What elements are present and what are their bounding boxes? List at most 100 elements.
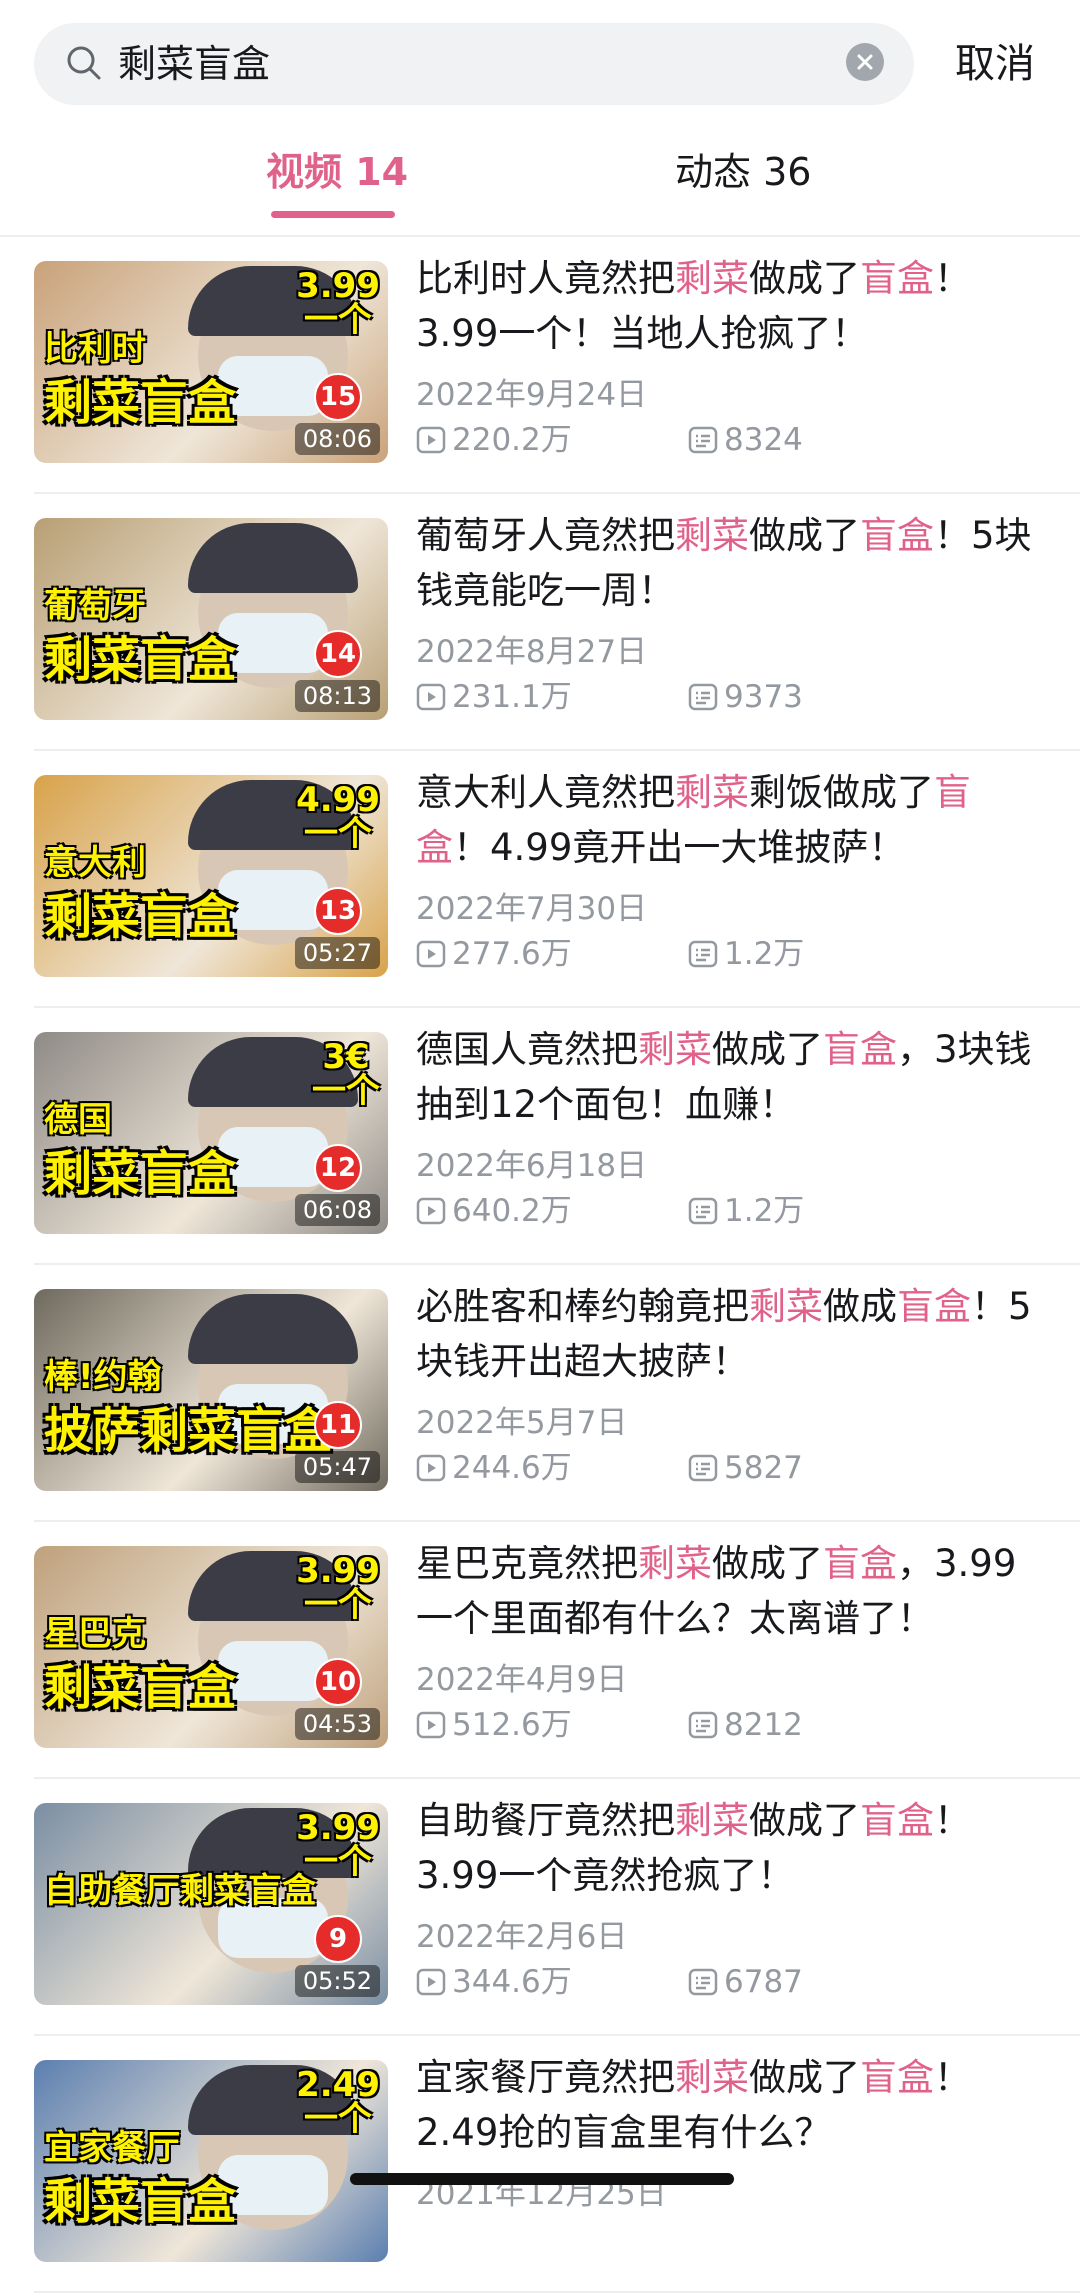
video-thumbnail[interactable]: 星巴克 剩菜盲盒 3.99 一个 10 04:53 <box>34 1546 388 1748</box>
video-thumbnail[interactable]: 宜家餐厅 剩菜盲盒 2.49 一个 <box>34 2060 388 2262</box>
video-thumbnail[interactable]: 葡萄牙 剩菜盲盒 14 08:13 <box>34 518 388 720</box>
episode-badge: 11 <box>314 1401 362 1449</box>
play-count-value: 231.1万 <box>452 679 572 715</box>
danmaku-count: 9373 <box>688 677 803 717</box>
thumbnail-caption-main: 剩菜盲盒 <box>44 375 237 431</box>
danmaku-icon <box>688 1197 718 1225</box>
danmaku-count-value: 8324 <box>724 422 803 458</box>
video-list-item[interactable]: 星巴克 剩菜盲盒 3.99 一个 10 04:53 星巴克竟然把剩菜做成了盲盒，3.99一… <box>0 1522 1080 1779</box>
video-list: 比利时 剩菜盲盒 3.99 一个 15 08:06 比利时人竟然把剩菜做成了盲盒！3.99… <box>0 237 1080 2293</box>
video-thumbnail[interactable]: 德国 剩菜盲盒 3€ 一个 12 06:08 <box>34 1032 388 1234</box>
danmaku-count: 6787 <box>688 1962 803 2002</box>
play-count-icon <box>416 1197 446 1225</box>
thumbnail-price: 3.99 一个 <box>296 1551 380 1625</box>
publish-date: 2022年2月6日 <box>416 1919 628 1955</box>
publish-date: 2022年5月7日 <box>416 1405 628 1441</box>
video-title[interactable]: 必胜客和棒约翰竟把剩菜做成盲盒！5块钱开出超大披萨！ <box>416 1279 1036 1389</box>
play-count-value: 344.6万 <box>452 1964 572 2000</box>
title-text: 意大利人竟然把 <box>416 771 675 814</box>
danmaku-icon <box>688 1711 718 1739</box>
title-highlight: 盲盒 <box>860 514 934 557</box>
video-title[interactable]: 星巴克竟然把剩菜做成了盲盒，3.99一个里面都有什么？太离谱了！ <box>416 1536 1036 1646</box>
thumbnail-caption-top: 自助餐厅剩菜盲盒 <box>44 1871 316 1911</box>
cancel-button[interactable]: 取消 <box>955 36 1035 92</box>
title-text: 自助餐厅竟然把 <box>416 1799 675 1842</box>
video-title[interactable]: 宜家餐厅竟然把剩菜做成了盲盒！2.49抢的盲盒里有什么？ <box>416 2050 1036 2160</box>
thumbnail-caption-main: 剩菜盲盒 <box>44 1660 237 1716</box>
danmaku-icon <box>688 426 718 454</box>
video-duration: 04:53 <box>294 1708 380 1740</box>
play-count: 640.2万 <box>416 1191 572 1231</box>
title-text: 星巴克竟然把 <box>416 1542 638 1585</box>
title-highlight: 盲盒 <box>823 1028 897 1071</box>
title-text: 比利时人竟然把 <box>416 257 675 300</box>
play-count: 220.2万 <box>416 420 572 460</box>
video-title[interactable]: 德国人竟然把剩菜做成了盲盒，3块钱抽到12个面包！血赚！ <box>416 1022 1036 1132</box>
danmaku-icon <box>688 940 718 968</box>
danmaku-icon <box>688 1454 718 1482</box>
play-count-icon <box>416 426 446 454</box>
title-text: 做成了 <box>749 514 860 557</box>
publish-date: 2022年6月18日 <box>416 1148 648 1184</box>
title-highlight: 盲盒 <box>860 257 934 300</box>
video-duration: 06:08 <box>294 1194 380 1226</box>
title-highlight: 盲盒 <box>860 1799 934 1842</box>
danmaku-count: 8324 <box>688 420 803 460</box>
danmaku-count-value: 1.2万 <box>724 1193 805 1229</box>
tab-active-indicator <box>271 211 395 218</box>
video-list-item[interactable]: 葡萄牙 剩菜盲盒 14 08:13 葡萄牙人竟然把剩菜做成了盲盒！5块钱竟能吃一周！ 20… <box>0 494 1080 751</box>
danmaku-count-value: 5827 <box>724 1450 803 1486</box>
video-list-item[interactable]: 宜家餐厅 剩菜盲盒 2.49 一个 宜家餐厅竟然把剩菜做成了盲盒！2.49抢的盲盒里有… <box>0 2036 1080 2293</box>
video-list-item[interactable]: 德国 剩菜盲盒 3€ 一个 12 06:08 德国人竟然把剩菜做成了盲盒，3块钱抽到12个… <box>0 1008 1080 1265</box>
title-highlight: 盲盒 <box>860 2056 934 2099</box>
play-count-value: 512.6万 <box>452 1707 572 1743</box>
video-thumbnail[interactable]: 意大利 剩菜盲盒 4.99 一个 13 05:27 <box>34 775 388 977</box>
search-query: 剩菜盲盒 <box>118 42 271 86</box>
search-icon <box>67 46 101 80</box>
thumbnail-price: 3€ 一个 <box>312 1037 380 1111</box>
video-duration: 08:13 <box>294 680 380 712</box>
video-thumbnail[interactable]: 自助餐厅剩菜盲盒 3.99 一个 9 05:52 <box>34 1803 388 2005</box>
danmaku-icon <box>688 683 718 711</box>
video-list-item[interactable]: 意大利 剩菜盲盒 4.99 一个 13 05:27 意大利人竟然把剩菜剩饭做成了盲盒！4.… <box>0 751 1080 1008</box>
home-indicator <box>350 2173 734 2185</box>
title-highlight: 剩菜 <box>675 2056 749 2099</box>
danmaku-icon <box>688 1968 718 1996</box>
video-list-item[interactable]: 自助餐厅剩菜盲盒 3.99 一个 9 05:52 自助餐厅竟然把剩菜做成了盲盒！3.99… <box>0 1779 1080 2036</box>
search-input[interactable]: 剩菜盲盒 <box>34 23 914 105</box>
thumbnail-caption-main: 剩菜盲盒 <box>44 632 237 688</box>
play-count-icon <box>416 940 446 968</box>
thumbnail-caption-main: 剩菜盲盒 <box>44 1146 237 1202</box>
play-count: 344.6万 <box>416 1962 572 2002</box>
episode-badge: 12 <box>314 1144 362 1192</box>
video-list-item[interactable]: 棒!约翰 披萨剩菜盲盒 11 05:47 必胜客和棒约翰竟把剩菜做成盲盒！5块钱开出超大… <box>0 1265 1080 1522</box>
title-text: 做成 <box>823 1285 897 1328</box>
result-tabs: 视频 14 动态 36 <box>0 125 1080 237</box>
video-duration: 05:27 <box>294 937 380 969</box>
thumbnail-price: 3.99 一个 <box>296 266 380 340</box>
video-title[interactable]: 葡萄牙人竟然把剩菜做成了盲盒！5块钱竟能吃一周！ <box>416 508 1036 618</box>
play-count-value: 244.6万 <box>452 1450 572 1486</box>
clear-search-button[interactable] <box>846 43 884 81</box>
thumbnail-price: 4.99 一个 <box>296 780 380 854</box>
thumbnail-price: 2.49 一个 <box>296 2065 380 2139</box>
title-highlight: 剩菜 <box>675 771 749 814</box>
thumbnail-caption-main: 剩菜盲盒 <box>44 889 237 945</box>
video-duration: 08:06 <box>294 423 380 455</box>
video-list-item[interactable]: 比利时 剩菜盲盒 3.99 一个 15 08:06 比利时人竟然把剩菜做成了盲盒！3.99… <box>0 237 1080 494</box>
play-count: 512.6万 <box>416 1705 572 1745</box>
video-thumbnail[interactable]: 比利时 剩菜盲盒 3.99 一个 15 08:06 <box>34 261 388 463</box>
play-count-icon <box>416 1454 446 1482</box>
publish-date: 2022年7月30日 <box>416 891 648 927</box>
danmaku-count: 1.2万 <box>688 1191 804 1231</box>
video-title[interactable]: 自助餐厅竟然把剩菜做成了盲盒！3.99一个竟然抢疯了！ <box>416 1793 1036 1903</box>
episode-badge: 14 <box>314 630 362 678</box>
video-title[interactable]: 比利时人竟然把剩菜做成了盲盒！3.99一个！当地人抢疯了！ <box>416 251 1036 361</box>
title-highlight: 剩菜 <box>638 1542 712 1585</box>
title-text: 做成了 <box>749 1799 860 1842</box>
tab-video[interactable]: 视频 14 <box>266 147 408 197</box>
video-thumbnail[interactable]: 棒!约翰 披萨剩菜盲盒 11 05:47 <box>34 1289 388 1491</box>
episode-badge: 13 <box>314 887 362 935</box>
tab-dynamic[interactable]: 动态 36 <box>675 147 811 197</box>
video-title[interactable]: 意大利人竟然把剩菜剩饭做成了盲盒！4.99竟开出一大堆披萨！ <box>416 765 1036 875</box>
